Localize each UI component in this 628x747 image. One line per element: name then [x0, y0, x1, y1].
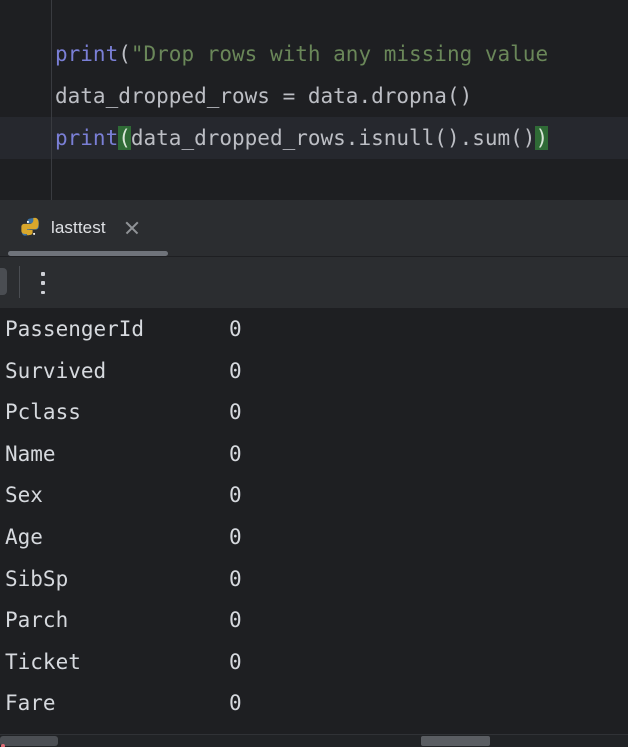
code-token-operator: =	[269, 84, 308, 108]
console-column-name: Age	[5, 524, 43, 549]
status-bar-left-chip[interactable]	[0, 736, 58, 746]
console-column-count: 0	[229, 524, 242, 549]
console-line: Age 0	[0, 517, 628, 559]
run-console-output[interactable]: PassengerId 0 Survived 0 Pclass 0 Name 0 Sex…	[0, 309, 628, 734]
matching-bracket-close: )	[535, 126, 549, 150]
console-line: Sex 0	[0, 475, 628, 517]
console-column-name: Survived	[5, 358, 107, 383]
console-column-count: 0	[229, 441, 242, 466]
console-column-name: Parch	[5, 608, 69, 633]
console-column-count: 0	[229, 691, 242, 716]
console-column-name: Ticket	[5, 649, 81, 674]
console-column-count: 0	[229, 483, 242, 508]
close-icon[interactable]	[123, 219, 141, 237]
code-text-area[interactable]: print("Drop rows with any missing value …	[51, 0, 628, 200]
console-line: Survived 0	[0, 351, 628, 393]
matching-bracket-open: (	[118, 126, 131, 150]
kebab-dot	[41, 290, 45, 294]
code-line-1[interactable]: print("Drop rows with any missing value	[51, 33, 628, 75]
console-line: Parch 0	[0, 600, 628, 642]
console-column-name: Pclass	[5, 400, 81, 425]
console-column-count: 0	[229, 358, 242, 383]
code-token-expression: data_dropped_rows.isnull().sum()	[130, 126, 536, 150]
console-line: Pclass 0	[0, 392, 628, 434]
console-column-count: 0	[229, 400, 242, 425]
toolwindow-collapse-handle[interactable]	[0, 268, 7, 295]
console-column-count: 0	[229, 317, 242, 341]
editor-gutter[interactable]	[0, 0, 51, 200]
run-toolwindow-toolbar	[0, 257, 628, 309]
python-icon	[21, 217, 39, 236]
code-line-2[interactable]: data_dropped_rows = data.dropna()	[51, 75, 628, 117]
more-options-icon[interactable]	[38, 272, 48, 294]
code-editor[interactable]: print("Drop rows with any missing value …	[0, 0, 628, 200]
console-column-count: 0	[229, 608, 242, 633]
code-line-3[interactable]: print(data_dropped_rows.isnull().sum())	[51, 117, 628, 159]
console-column-name: Name	[5, 441, 56, 466]
status-bar-right-chip[interactable]	[421, 736, 490, 746]
console-column-count: 0	[229, 649, 242, 674]
console-line: Fare 0	[0, 683, 628, 725]
code-token-keyword: print	[55, 126, 119, 150]
console-column-name: SibSp	[5, 566, 69, 591]
status-bar	[0, 734, 628, 747]
console-line: Name 0	[0, 434, 628, 476]
console-line: SibSp 0	[0, 559, 628, 601]
kebab-dot	[41, 272, 45, 276]
run-tab-label: lasttest	[51, 218, 106, 237]
toolbar-separator	[19, 266, 20, 298]
console-column-name: Fare	[5, 691, 56, 716]
kebab-dot	[41, 281, 45, 285]
console-line: PassengerId 0	[0, 309, 628, 351]
code-token-identifier: data_dropped_rows	[55, 84, 270, 108]
run-tab-lasttest[interactable]: lasttest	[14, 212, 147, 244]
console-column-name: PassengerId	[5, 317, 145, 341]
code-token-keyword: print	[55, 42, 119, 66]
run-tab-active-underline	[8, 251, 168, 256]
console-column-count: 0	[229, 566, 242, 591]
console-column-name: Sex	[5, 483, 43, 508]
code-token-call: data.dropna()	[307, 84, 473, 108]
console-line: Ticket 0	[0, 642, 628, 684]
ide-window: print("Drop rows with any missing value …	[0, 0, 628, 747]
code-token-string: "Drop rows with any missing value	[130, 42, 549, 66]
code-token-paren: (	[118, 42, 131, 66]
